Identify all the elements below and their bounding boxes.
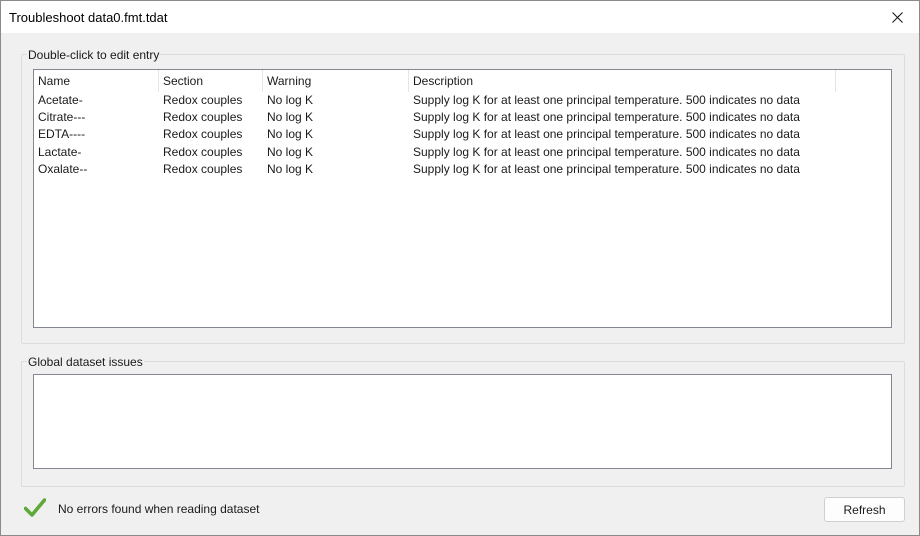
close-icon <box>891 11 903 23</box>
cell-description: Supply log K for at least one principal … <box>413 144 800 159</box>
cell-section: Redox couples <box>163 127 243 142</box>
cell-name: Acetate- <box>38 93 83 107</box>
cell-description: Supply log K for at least one principal … <box>413 93 800 107</box>
cell-description: Supply log K for at least one principal … <box>413 161 800 176</box>
cell-description: Supply log K for at least one principal … <box>413 127 800 142</box>
cell-name: Oxalate-- <box>38 161 88 176</box>
column-header-description[interactable]: Description <box>409 70 836 92</box>
column-header-section[interactable]: Section <box>159 70 263 92</box>
global-issues-title: Global dataset issues <box>27 355 144 369</box>
cell-name: Lactate- <box>38 144 82 159</box>
window-title: Troubleshoot data0.fmt.tdat <box>9 10 168 25</box>
table-row[interactable]: EDTA---- Redox couples No log K Supply l… <box>34 126 891 143</box>
cell-name: EDTA---- <box>38 127 86 142</box>
list-header: Name Section Warning Description <box>34 70 891 92</box>
cell-warning: No log K <box>267 144 314 159</box>
list-body: Acetate- Redox couples No log K Supply l… <box>34 92 891 178</box>
table-row[interactable]: Citrate--- Redox couples No log K Supply… <box>34 109 891 126</box>
global-issues-list[interactable] <box>33 374 892 469</box>
cell-name: Citrate--- <box>38 110 86 125</box>
table-row[interactable]: Lactate- Redox couples No log K Supply l… <box>34 144 891 161</box>
title-bar[interactable]: Troubleshoot data0.fmt.tdat <box>1 1 919 33</box>
close-button[interactable] <box>875 1 919 33</box>
cell-warning: No log K <box>267 127 314 142</box>
column-header-warning[interactable]: Warning <box>263 70 409 92</box>
checkmark-icon <box>24 498 46 517</box>
troubleshoot-dialog: Troubleshoot data0.fmt.tdat Double-click… <box>0 0 920 536</box>
entries-list[interactable]: Name Section Warning Description Acetate… <box>33 69 892 328</box>
status-message: No errors found when reading dataset <box>58 502 260 516</box>
table-row[interactable]: Oxalate-- Redox couples No log K Supply … <box>34 161 891 178</box>
cell-warning: No log K <box>267 93 314 107</box>
cell-warning: No log K <box>267 110 314 125</box>
cell-section: Redox couples <box>163 161 243 176</box>
table-row[interactable]: Acetate- Redox couples No log K Supply l… <box>34 92 891 109</box>
column-header-name[interactable]: Name <box>34 70 159 92</box>
cell-section: Redox couples <box>163 144 243 159</box>
column-header-extra[interactable] <box>836 70 891 92</box>
cell-section: Redox couples <box>163 110 243 125</box>
cell-description: Supply log K for at least one principal … <box>413 110 800 125</box>
cell-section: Redox couples <box>163 93 243 107</box>
refresh-button[interactable]: Refresh <box>824 497 905 522</box>
cell-warning: No log K <box>267 161 314 176</box>
entries-group-title: Double-click to edit entry <box>27 48 161 62</box>
